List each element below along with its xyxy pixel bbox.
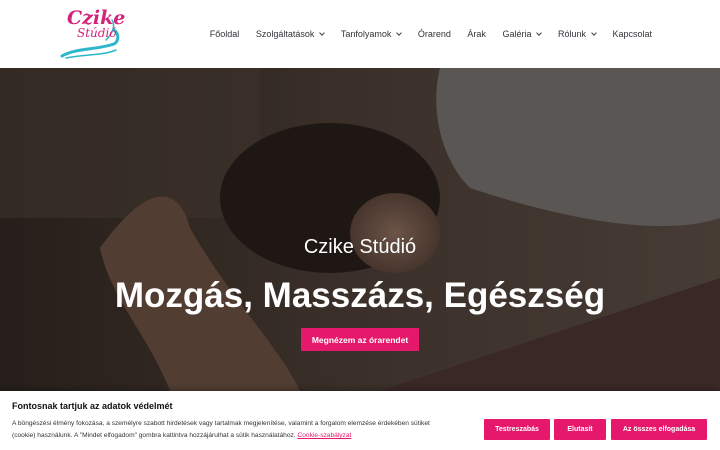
nav-item-szolgaltatasok[interactable]: Szolgáltatások bbox=[255, 29, 326, 39]
cookie-text: A böngészési élmény fokozása, a személyr… bbox=[12, 418, 472, 442]
nav-label: Tanfolyamok bbox=[340, 29, 392, 39]
nav-label: Kapcsolat bbox=[612, 29, 652, 39]
nav-label: Szolgáltatások bbox=[255, 29, 315, 39]
cookie-title: Fontosnak tartjuk az adatok védelmét bbox=[12, 401, 173, 411]
cookie-text-line1: A böngészési élmény fokozása, a személyr… bbox=[12, 420, 430, 427]
chevron-down-icon bbox=[319, 29, 326, 36]
hero-section: Czike Stúdió Mozgás, Masszázs, Egészség … bbox=[0, 68, 720, 391]
schedule-button[interactable]: Megnézem az órarendet bbox=[301, 328, 419, 351]
nav-item-orarend[interactable]: Órarend bbox=[418, 29, 451, 39]
nav-item-tanfolyamok[interactable]: Tanfolyamok bbox=[340, 29, 403, 39]
hero-title: Mozgás, Masszázs, Egészség bbox=[114, 276, 606, 315]
nav-item-arak[interactable]: Árak bbox=[467, 29, 486, 39]
logo-subtext: Stúdió bbox=[77, 26, 117, 40]
cookie-policy-link[interactable]: Cookie-szabályzat bbox=[297, 432, 351, 439]
nav-label: Főoldal bbox=[209, 29, 240, 39]
nav-label: Órarend bbox=[417, 29, 451, 39]
nav-item-fooldal[interactable]: Főoldal bbox=[210, 29, 240, 39]
chevron-down-icon bbox=[536, 29, 543, 36]
chevron-down-icon bbox=[396, 29, 403, 36]
cookie-text-line2: (cookie) használunk. A "Mindet elfogadom… bbox=[12, 432, 296, 439]
site-header: Czike Stúdió Főoldal Szolgáltatások Tanf… bbox=[0, 0, 720, 68]
nav-item-galeria[interactable]: Galéria bbox=[502, 29, 543, 39]
nav-label: Árak bbox=[467, 29, 486, 39]
nav-label: Galéria bbox=[502, 29, 532, 39]
cookie-banner: Fontosnak tartjuk az adatok védelmét A b… bbox=[0, 391, 720, 450]
nav-label: Rólunk bbox=[557, 29, 586, 39]
accept-all-button[interactable]: Az összes elfogadása bbox=[611, 419, 707, 440]
nav-item-rolunk[interactable]: Rólunk bbox=[557, 29, 597, 39]
chevron-down-icon bbox=[591, 29, 597, 36]
customize-button[interactable]: Testreszabás bbox=[484, 419, 550, 440]
main-nav: Főoldal Szolgáltatások Tanfolyamok Órare… bbox=[210, 0, 652, 68]
reject-button[interactable]: Elutasít bbox=[554, 419, 606, 440]
nav-item-kapcsolat[interactable]: Kapcsolat bbox=[612, 29, 652, 39]
hero-subtitle: Czike Stúdió bbox=[303, 236, 417, 258]
logo[interactable]: Czike Stúdió bbox=[56, 4, 125, 62]
